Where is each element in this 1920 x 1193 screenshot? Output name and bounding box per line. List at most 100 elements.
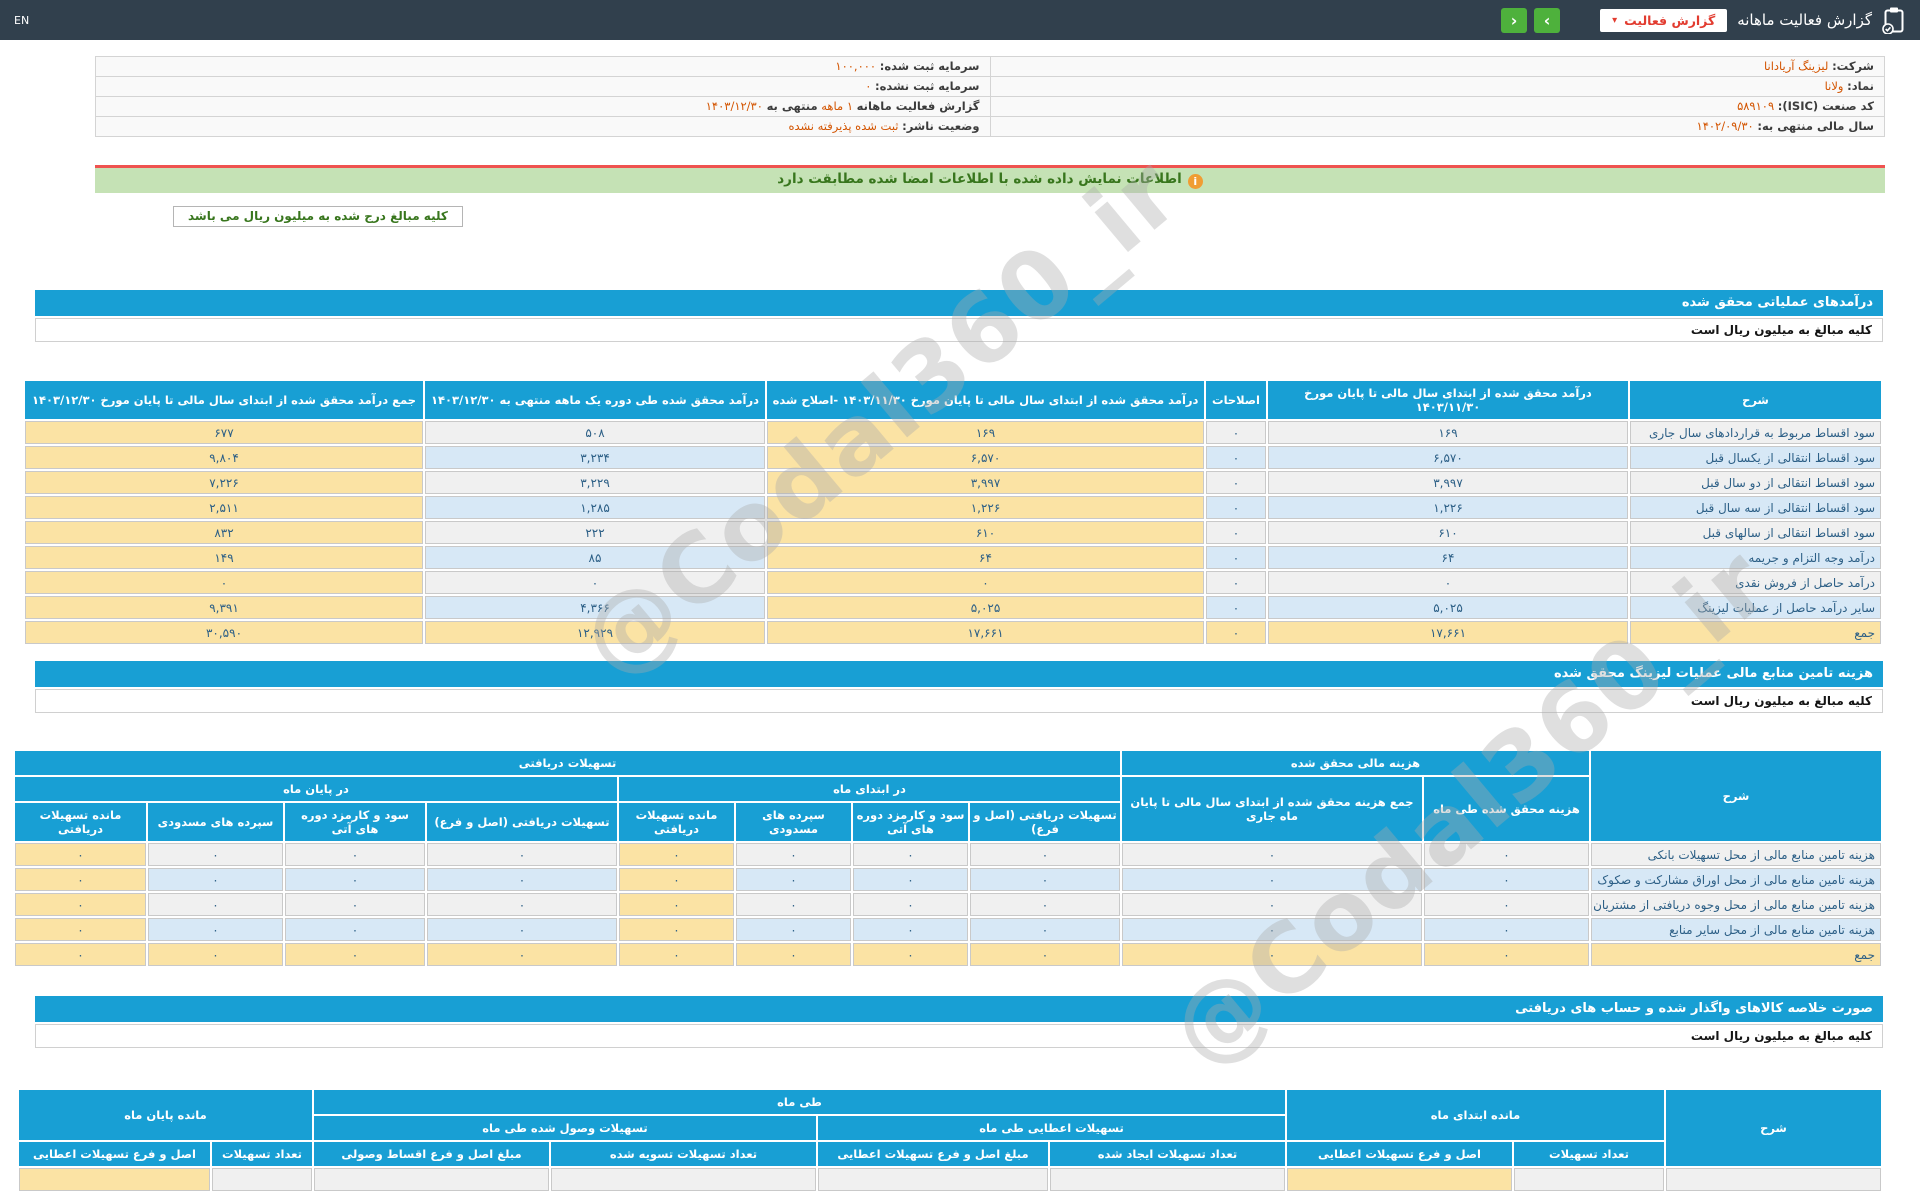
value-cell: ۰ [736,943,851,966]
topbar: گزارش فعالیت ماهانه گزارش فعالیت ▾ › ‹ E… [0,0,1920,40]
group-header-finance-cost: هزینه مالی محقق شده [1122,751,1589,775]
goods-receivables-table-head: شرح مانده ابتدای ماه طی ماه مانده پایان … [19,1090,1881,1166]
value-cell: ۰ [736,893,851,916]
group-header-begin-balance: مانده ابتدای ماه [1287,1090,1664,1140]
col-header-begin-blocked: سپرده های مسدودی [736,803,851,841]
report-period-row: گزارش فعالیت ماهانه ۱ ماهه منتهی به ۱۴۰۳… [96,97,990,116]
col-header-sharh: شرح [1630,381,1881,419]
company-name-row: شرکت: لیزینگ آریادانا [991,57,1885,76]
value-cell: ۳,۲۲۹ [425,471,765,494]
value-cell: ۰ [1122,918,1422,941]
row-label-cell: سایر درآمد حاصل از عملیات لیزینگ [1630,596,1881,619]
table-row: هزینه تامین منابع مالی از محل وجوه دریاف… [15,893,1881,916]
value-cell: ۰ [285,893,425,916]
value-cell: ۰ [1206,446,1266,469]
info-label: منتهی به [767,99,818,113]
info-icon: i [1188,174,1203,189]
value-cell: ۰ [970,918,1120,941]
chevron-left-icon: ‹ [1511,11,1518,30]
nav-forward-button[interactable]: › [1534,8,1560,33]
value-cell: ۰ [1424,868,1589,891]
value-cell: ۰ [427,868,617,891]
value-cell: ۱,۲۲۶ [1268,496,1628,519]
value-cell: ۰ [148,868,283,891]
col-header-granted-amount: مبلغ اصل و فرع تسهیلات اعطایی [818,1142,1048,1166]
value-cell [314,1168,549,1191]
group-header-during-month: طی ماه [314,1090,1285,1114]
value-cell: ۱۴۹ [25,546,423,569]
col-header-begin-principal: اصل و فرع تسهیلات اعطایی [1287,1142,1512,1166]
value-cell: ۰ [427,893,617,916]
info-value: ولانا [1825,79,1844,93]
value-cell: ۹,۸۰۴ [25,446,423,469]
value-cell: ۰ [1122,943,1422,966]
ticker-row: نماد: ولانا [991,77,1885,96]
value-cell [212,1168,312,1191]
value-cell: ۰ [970,843,1120,866]
language-toggle[interactable]: EN [14,14,29,27]
value-cell: ۰ [1424,893,1589,916]
report-nav-group: › ‹ [1501,8,1560,33]
value-cell: ۰ [736,918,851,941]
col-header-end-principal: اصل و فرع تسهیلات اعطایی [19,1142,210,1166]
value-cell: ۰ [619,868,734,891]
value-cell: ۰ [1424,918,1589,941]
col-header-begin-principal: تسهیلات دریافتی (اصل و فرع) [970,803,1120,841]
table-total-row: جمع۰۰۰۰۰۰۰۰۰۰ [15,943,1881,966]
group-header-end-month: در پایان ماه [15,777,617,801]
col-header-begin-future-fee: سود و کارمزد دوره های آتی [853,803,968,841]
value-cell: ۰ [285,843,425,866]
company-info-table: شرکت: لیزینگ آریادانا سرمایه ثبت شده: ۱۰… [95,56,1885,137]
info-value: ۱۰۰,۰۰۰ [835,59,876,73]
value-cell: ۰ [1268,571,1628,594]
value-cell: ۰ [1206,496,1266,519]
info-label: گزارش فعالیت ماهانه [857,99,980,113]
table-row: سود اقساط مربوط به قراردادهای سال جاری۱۶… [25,421,1881,444]
col-header-begin-count: تعداد تسهیلات [1514,1142,1664,1166]
value-cell: ۰ [853,943,968,966]
value-cell: ۰ [1206,521,1266,544]
value-cell: ۱۶۹ [767,421,1204,444]
value-cell: ۰ [15,893,146,916]
value-cell: ۰ [853,868,968,891]
report-type-button[interactable]: گزارش فعالیت ▾ [1600,9,1727,32]
value-cell: ۰ [619,918,734,941]
section-header: هزینه تامین منابع مالی عملیات لیزینگ محق… [35,661,1883,687]
value-cell: ۰ [15,943,146,966]
value-cell: ۵۰۸ [425,421,765,444]
value-cell: ۶۴ [1268,546,1628,569]
info-label: کد صنعت (ISIC): [1778,99,1874,113]
nav-back-button[interactable]: ‹ [1501,8,1527,33]
value-cell: ۰ [970,943,1120,966]
value-cell: ۳۰,۵۹۰ [25,621,423,644]
chevron-down-icon: ▾ [1612,15,1617,26]
row-label-cell: هزینه تامین منابع مالی از محل اوراق مشار… [1591,868,1881,891]
group-header-collected: تسهیلات وصول شده طی ماه [314,1116,816,1140]
info-label: نماد: [1847,79,1874,93]
value-cell: ۰ [1206,571,1266,594]
value-cell: ۰ [1424,943,1589,966]
table-row: سود اقساط انتقالی از یکسال قبل۶,۵۷۰۰۶,۵۷… [25,446,1881,469]
info-value: ۱۴۰۲/۰۹/۳۰ [1697,119,1754,133]
value-cell: ۶۷۷ [25,421,423,444]
value-cell: ۰ [15,918,146,941]
value-cell: ۰ [1206,621,1266,644]
col-header-end-count: تعداد تسهیلات [212,1142,312,1166]
info-value: ثبت شده پذیرفته نشده [788,119,898,133]
table-row: درآمد وجه التزام و جریمه۶۴۰۶۴۸۵۱۴۹ [25,546,1881,569]
table-row: هزینه تامین منابع مالی از محل سایر منابع… [15,918,1881,941]
fiscal-year-row: سال مالی منتهی به: ۱۴۰۲/۰۹/۳۰ [991,117,1885,136]
table-row: سود اقساط انتقالی از سالهای قبل۶۱۰۰۶۱۰۲۲… [25,521,1881,544]
value-cell: ۰ [148,943,283,966]
col-header-end-future-fee: سود و کارمزد دوره های آتی [285,803,425,841]
issuer-status-row: وضعیت ناشر: ثبت شده پذیرفته نشده [96,117,990,136]
value-cell: ۱۲,۹۲۹ [425,621,765,644]
section-operating-revenue: درآمدهای عملیاتی محقق شده کلیه مبالغ به … [35,290,1883,646]
revenue-table-head: شرح درآمد محقق شده از ابتدای سال مالی تا… [25,381,1881,419]
row-label-cell: سود اقساط انتقالی از دو سال قبل [1630,471,1881,494]
value-cell: ۳,۹۹۷ [1268,471,1628,494]
col-header-sharh: شرح [1591,751,1881,841]
value-cell: ۰ [1122,868,1422,891]
info-value: لیزینگ آریادانا [1764,59,1828,73]
chevron-right-icon: › [1544,11,1551,30]
